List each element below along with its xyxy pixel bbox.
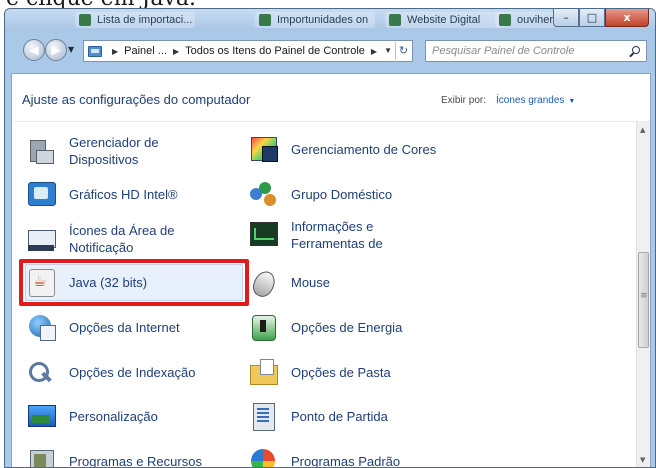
tab-icon [79, 14, 91, 26]
intel-graphics-icon [26, 179, 56, 209]
breadcrumb-item[interactable]: Painel ... [124, 45, 167, 57]
color-management-icon [248, 134, 278, 164]
search-placeholder: Pesquisar Painel de Controle [432, 45, 575, 57]
power-options-icon [248, 312, 278, 342]
minimize-button[interactable]: – [553, 9, 579, 27]
refresh-icon[interactable]: ↻ [395, 42, 411, 60]
scroll-down-icon[interactable]: ▼ [640, 456, 645, 464]
item-label: Mouse [291, 274, 331, 290]
forward-button[interactable]: ▶ [45, 39, 67, 61]
item-label: Programas Padrão [291, 453, 401, 468]
item-power-options[interactable]: Opções de Energia [248, 306, 468, 348]
chevron-down-icon[interactable]: ▼ [68, 45, 74, 54]
scroll-thumb[interactable] [638, 252, 649, 348]
maximize-button[interactable]: □ [579, 9, 605, 27]
item-indexing-options[interactable]: Opções de Indexação [26, 351, 226, 393]
item-label: Programas e Recursos [69, 453, 202, 468]
title-bar: Lista de importaci... Importunidades on … [5, 9, 655, 31]
item-label: Informações e Ferramentas de [291, 219, 383, 251]
chevron-right-icon[interactable]: ▶ [173, 47, 179, 56]
navigation-bar: ◀ ▶ ▼ ▶ Painel ... ▶ Todos os Itens do P… [5, 35, 655, 65]
item-label: Opções de Indexação [69, 364, 196, 380]
view-by-label: Exibir por: [441, 95, 487, 106]
background-tab[interactable]: Website Digital [385, 12, 505, 28]
content-header: Ajuste as configurações do computador Ex… [12, 74, 650, 122]
chevron-down-icon: ▼ [568, 98, 576, 105]
item-label: Grupo Doméstico [291, 186, 393, 202]
device-manager-icon [26, 136, 56, 166]
indexing-options-icon [26, 357, 56, 387]
item-intel-graphics[interactable]: Gráficos HD Intel® [26, 173, 226, 215]
background-tab[interactable]: Importunidades on [255, 12, 375, 28]
back-button[interactable]: ◀ [23, 39, 45, 61]
item-default-programs[interactable]: Programas Padrão [248, 440, 468, 468]
performance-info-icon [248, 218, 278, 248]
item-label: Gerenciador de Dispositivos [69, 135, 159, 167]
personalization-icon [26, 401, 56, 431]
close-button[interactable]: x [605, 9, 649, 27]
page-title: Ajuste as configurações do computador [22, 92, 251, 107]
homegroup-icon [248, 179, 278, 209]
item-label: Ponto de Partida [291, 408, 388, 424]
breadcrumb-item[interactable]: Todos os Itens do Painel de Controle [185, 45, 365, 57]
item-label: Gráficos HD Intel® [69, 186, 178, 202]
address-bar[interactable]: ▶ Painel ... ▶ Todos os Itens do Painel … [83, 40, 413, 62]
mouse-icon [248, 267, 278, 297]
search-input[interactable]: Pesquisar Painel de Controle [425, 40, 647, 62]
scroll-up-icon[interactable]: ▲ [640, 126, 645, 134]
item-notification-area-icons[interactable]: Ícones da Área de Notificação [26, 218, 226, 260]
item-device-manager[interactable]: Gerenciador de Dispositivos [26, 130, 226, 172]
search-icon[interactable] [632, 46, 640, 54]
item-color-management[interactable]: Gerenciamento de Cores [248, 128, 468, 170]
chevron-right-icon[interactable]: ▶ [371, 47, 377, 56]
tab-icon [389, 14, 401, 26]
item-getting-started[interactable]: Ponto de Partida [248, 395, 468, 437]
item-mouse[interactable]: Mouse [248, 261, 468, 303]
background-tab[interactable]: ouvihers_ [495, 12, 555, 28]
item-label: Opções da Internet [69, 319, 180, 335]
item-label: Personalização [69, 408, 158, 424]
chevron-down-icon[interactable]: ▼ [384, 46, 392, 55]
notification-area-icon [26, 224, 56, 254]
item-programs-features[interactable]: Programas e Recursos [26, 440, 226, 468]
highlight-box [19, 259, 249, 306]
tab-icon [499, 14, 511, 26]
item-homegroup[interactable]: Grupo Doméstico [248, 173, 468, 215]
content-panel: Ajuste as configurações do computador Ex… [11, 73, 651, 468]
vertical-scrollbar[interactable]: ▲ ▼ [636, 122, 650, 467]
getting-started-icon [248, 401, 278, 431]
background-tab[interactable]: Lista de importaci... [75, 12, 195, 28]
item-label: Opções de Energia [291, 319, 403, 335]
item-label: Gerenciamento de Cores [291, 141, 437, 157]
folder-options-icon [248, 357, 278, 387]
item-label: Ícones da Área de Notificação [69, 223, 175, 255]
item-label: Opções de Pasta [291, 364, 391, 380]
default-programs-icon [248, 446, 278, 467]
window-controls: – □ x [553, 9, 649, 27]
item-folder-options[interactable]: Opções de Pasta [248, 351, 468, 393]
programs-features-icon [26, 446, 56, 467]
chevron-right-icon[interactable]: ▶ [112, 47, 118, 56]
tab-icon [259, 14, 271, 26]
item-personalization[interactable]: Personalização [26, 395, 226, 437]
internet-options-icon [26, 312, 56, 342]
control-panel-window: Lista de importaci... Importunidades on … [4, 8, 656, 468]
view-by-select[interactable]: Ícones grandes ▼ [496, 95, 575, 106]
item-performance-info[interactable]: Informações e Ferramentas de [248, 214, 468, 256]
item-internet-options[interactable]: Opções da Internet [26, 306, 226, 348]
control-panel-icon [88, 45, 102, 57]
